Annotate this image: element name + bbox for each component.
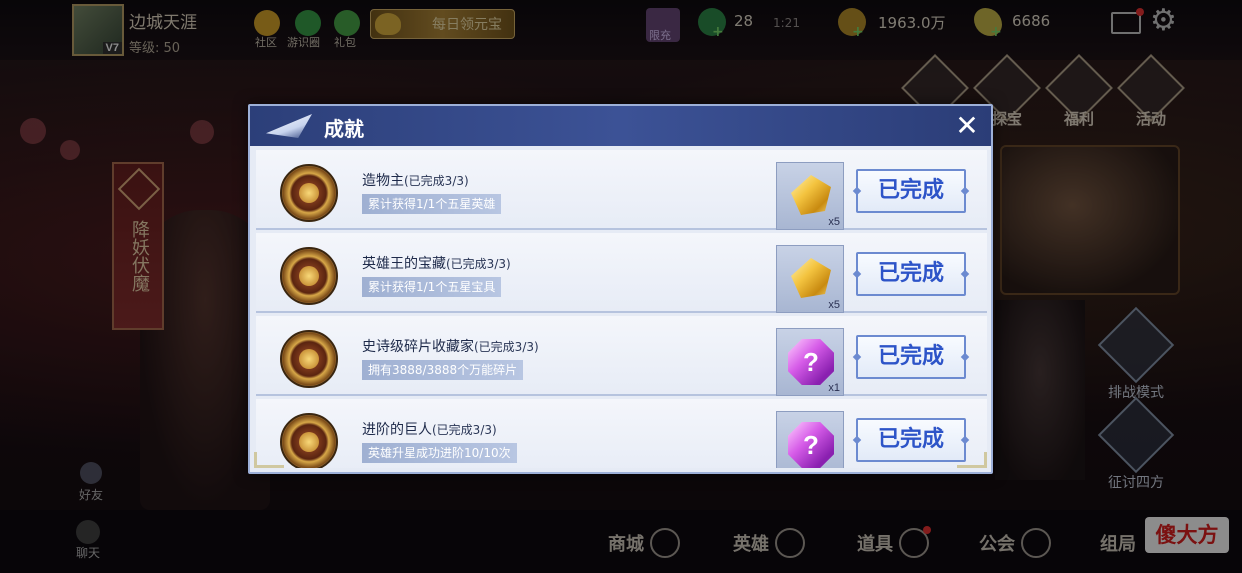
mystery-crystal-icon: ? [788, 422, 834, 468]
close-icon[interactable]: ✕ [953, 112, 981, 140]
dialog-title: 成就 [324, 117, 364, 141]
completed-button[interactable]: 已完成 [856, 252, 966, 296]
medal-core [299, 432, 319, 452]
list-item: 史诗级碎片收藏家(已完成3/3) 拥有3888/3888个万能碎片 ? x1 已… [256, 316, 987, 396]
achievement-medal-icon [280, 330, 338, 388]
achievement-desc: 累计获得1/1个五星宝具 [362, 277, 502, 297]
dialog-header: 成就 ✕ [250, 106, 991, 146]
achievement-title: 进阶的巨人(已完成3/3) [362, 419, 497, 439]
achievement-desc: 英雄升星成功进阶10/10次 [362, 443, 517, 463]
list-item: 英雄王的宝藏(已完成3/3) 累计获得1/1个五星宝具 x5 已完成 [256, 233, 987, 313]
achievement-list[interactable]: 造物主(已完成3/3) 累计获得1/1个五星英雄 x5 已完成 英雄王的宝藏(已… [256, 150, 987, 468]
achievement-medal-icon [280, 247, 338, 305]
achievement-title: 史诗级碎片收藏家(已完成3/3) [362, 336, 539, 356]
reward-quantity: x5 [828, 216, 840, 228]
frame-corner-decoration [957, 452, 987, 468]
achievement-title: 英雄王的宝藏(已完成3/3) [362, 253, 511, 273]
reward-quantity: x5 [828, 299, 840, 311]
achievement-name: 英雄王的宝藏 [362, 256, 446, 272]
gold-crystal-icon [791, 175, 831, 215]
achievement-progress: (已完成3/3) [404, 174, 469, 188]
achievement-medal-icon [280, 413, 338, 468]
medal-core [299, 183, 319, 203]
mystery-crystal-icon: ? [788, 339, 834, 385]
medal-core [299, 349, 319, 369]
list-item: 进阶的巨人(已完成3/3) 英雄升星成功进阶10/10次 ? 已完成 [256, 399, 987, 468]
reward-slot[interactable]: ? [776, 411, 844, 468]
reward-quantity: x1 [828, 382, 840, 394]
reward-slot[interactable]: x5 [776, 245, 844, 313]
achievement-progress: (已完成3/3) [474, 340, 539, 354]
achievement-desc: 拥有3888/3888个万能碎片 [362, 360, 524, 380]
reward-slot[interactable]: ? x1 [776, 328, 844, 396]
achievement-title: 造物主(已完成3/3) [362, 170, 469, 190]
reward-slot[interactable]: x5 [776, 162, 844, 230]
completed-button[interactable]: 已完成 [856, 169, 966, 213]
achievement-name: 史诗级碎片收藏家 [362, 339, 474, 355]
completed-button[interactable]: 已完成 [856, 335, 966, 379]
list-item: 造物主(已完成3/3) 累计获得1/1个五星英雄 x5 已完成 [256, 150, 987, 230]
wing-icon [266, 114, 312, 138]
achievement-name: 造物主 [362, 173, 404, 189]
frame-corner-decoration [254, 452, 284, 468]
gold-crystal-icon [791, 258, 831, 298]
achievement-progress: (已完成3/3) [432, 423, 497, 437]
achievement-dialog: 成就 ✕ 造物主(已完成3/3) 累计获得1/1个五星英雄 x5 已完成 英雄王… [248, 104, 993, 474]
achievement-desc: 累计获得1/1个五星英雄 [362, 194, 502, 214]
achievement-name: 进阶的巨人 [362, 422, 432, 438]
completed-button[interactable]: 已完成 [856, 418, 966, 462]
achievement-medal-icon [280, 164, 338, 222]
medal-core [299, 266, 319, 286]
achievement-progress: (已完成3/3) [446, 257, 511, 271]
